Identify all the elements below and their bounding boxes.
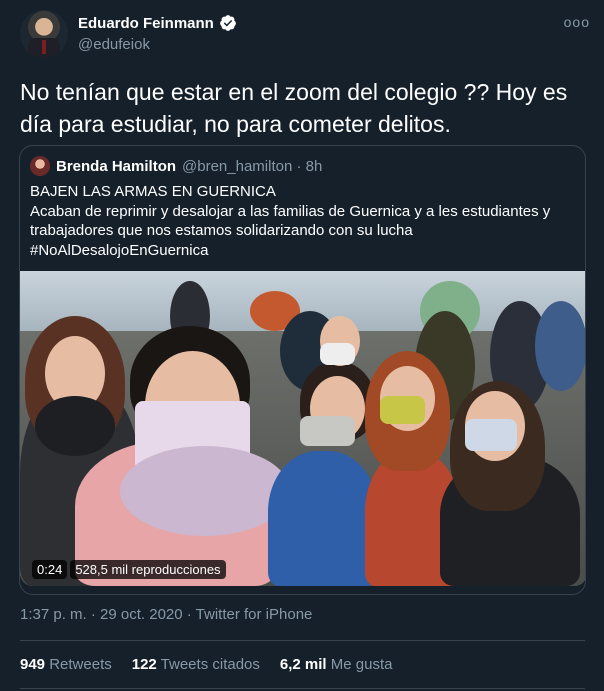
quoted-line-body: Acaban de reprimir y desalojar a las fam… (30, 202, 551, 240)
quoted-hashtag[interactable]: #NoAlDesalojoEnGuernica (30, 241, 575, 261)
likes-label: Me gusta (330, 656, 393, 673)
verified-badge-icon (219, 15, 236, 31)
video-player[interactable]: 0:24 528,5 mil reproducciones (20, 271, 585, 586)
quoted-avatar[interactable] (30, 156, 50, 176)
divider-top (20, 640, 585, 641)
retweets-stat[interactable]: 949 Retweets (20, 656, 112, 673)
likes-count: 6,2 mil (279, 656, 327, 673)
quoted-line-title: BAJEN LAS ARMAS EN GUERNICA (30, 183, 276, 200)
quoted-display-name[interactable]: Brenda Hamilton (56, 158, 176, 175)
divider-bottom (20, 688, 585, 689)
author-display-name[interactable]: Eduardo Feinmann (78, 15, 214, 32)
person-blue-mask (300, 416, 355, 446)
quotes-label: Tweets citados (160, 656, 260, 673)
quoted-text: BAJEN LAS ARMAS EN GUERNICA Acaban de re… (30, 182, 575, 260)
quotes-count: 122 (131, 656, 157, 673)
author-name-row: Eduardo Feinmann (78, 14, 237, 32)
tweet-text: No tenían que estar en el zoom del coleg… (20, 79, 568, 137)
person-left-scarf (35, 396, 115, 456)
author-handle[interactable]: @edufeiok (78, 36, 150, 53)
quoted-header: Brenda Hamilton @bren_hamilton · 8h (30, 156, 322, 176)
author-avatar[interactable] (20, 10, 68, 58)
retweets-count: 949 (20, 656, 46, 673)
video-views: 528,5 mil reproducciones (70, 560, 226, 579)
avatar-tie (42, 40, 46, 54)
person-front-scarf (120, 446, 290, 536)
person-right-mask (465, 419, 517, 451)
video-badge: 0:24 528,5 mil reproducciones (32, 560, 226, 579)
video-duration: 0:24 (32, 560, 68, 579)
person-back-mask (320, 343, 355, 365)
quoted-handle-time[interactable]: @bren_hamilton · 8h (182, 158, 322, 175)
person-blue-jacket (268, 451, 378, 586)
quoted-tweet[interactable]: Brenda Hamilton @bren_hamilton · 8h BAJE… (19, 145, 586, 595)
likes-stat[interactable]: 6,2 mil Me gusta (280, 656, 393, 673)
tweet-timestamp-source[interactable]: 1:37 p. m. · 29 oct. 2020 · Twitter for … (20, 606, 312, 623)
person-red-mask (380, 396, 425, 424)
tweet-header: Eduardo Feinmann @edufeiok ooo (20, 10, 590, 60)
more-options-icon[interactable]: ooo (564, 14, 590, 30)
bg-person (535, 301, 585, 391)
tweet-stats: 949 Retweets 122 Tweets citados 6,2 mil … (20, 656, 392, 673)
quote-tweets-stat[interactable]: 122 Tweets citados (132, 656, 260, 673)
retweets-label: Retweets (49, 656, 112, 673)
